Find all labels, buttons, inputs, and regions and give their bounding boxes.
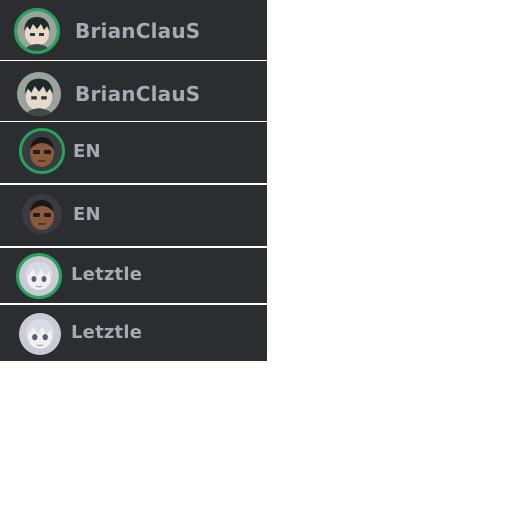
participant-row-letztle-speaking[interactable]: Letztle xyxy=(0,248,267,303)
speaking-indicator-ring xyxy=(19,128,65,174)
person-photo-avatar-icon xyxy=(22,131,62,171)
speaking-indicator-ring xyxy=(14,8,60,54)
participant-row-brianclaus-speaking[interactable]: BrianClauS xyxy=(0,0,267,60)
avatar-container xyxy=(19,313,61,355)
participant-name: Letztle xyxy=(71,264,143,285)
participant-name: BrianClauS xyxy=(75,19,201,43)
participant-name: EN xyxy=(73,204,101,225)
person-photo-avatar-icon xyxy=(22,194,62,234)
participant-row-en[interactable]: EN xyxy=(0,185,267,246)
participant-name: BrianClauS xyxy=(75,82,201,106)
participant-row-brianclaus[interactable]: BrianClauS xyxy=(0,61,267,121)
participant-name: EN xyxy=(73,141,101,162)
anime-girl-avatar-icon xyxy=(19,313,61,355)
anime-boy-avatar-icon xyxy=(17,72,61,116)
anime-boy-avatar-icon xyxy=(17,11,57,51)
participant-name: Letztle xyxy=(71,322,143,343)
anime-girl-avatar-icon xyxy=(19,256,59,296)
speaking-indicator-ring xyxy=(16,253,62,299)
participant-row-en-speaking[interactable]: EN xyxy=(0,122,267,183)
avatar-container xyxy=(17,72,61,116)
avatar-container xyxy=(22,194,62,234)
participant-row-letztle[interactable]: Letztle xyxy=(0,305,267,361)
